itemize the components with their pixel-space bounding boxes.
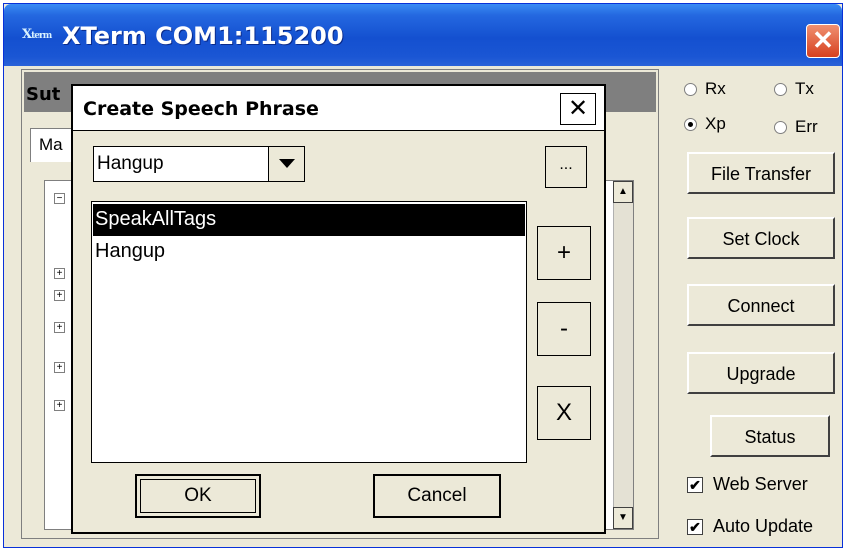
checkbox-label: Web Server [713, 474, 808, 494]
dialog-close-button[interactable]: ✕ [560, 93, 596, 125]
radio-label: Rx [705, 79, 726, 98]
scroll-down-icon[interactable]: ▼ [613, 507, 633, 529]
radio-icon [774, 83, 787, 97]
radio-label: Err [795, 117, 818, 136]
create-speech-phrase-dialog: Create Speech Phrase ✕ Hangup ... SpeakA… [71, 84, 606, 534]
tree-collapse-icon[interactable]: − [54, 193, 65, 204]
list-item[interactable]: Hangup [93, 236, 165, 268]
browse-button[interactable]: ... [545, 146, 587, 188]
radio-label: Xp [705, 114, 726, 133]
checkbox-checked-icon: ✔ [687, 519, 703, 536]
phrase-select[interactable]: Hangup [93, 146, 305, 182]
background-scrollbar[interactable]: ▲ ▼ [613, 181, 633, 529]
radio-icon [684, 83, 697, 97]
remove-button[interactable]: - [537, 302, 591, 356]
phrase-select-value: Hangup [97, 153, 164, 174]
cancel-button[interactable]: Cancel [373, 474, 501, 518]
add-button[interactable]: + [537, 226, 591, 280]
web-server-checkbox[interactable]: ✔ Web Server [687, 474, 808, 495]
checkbox-label: Auto Update [713, 516, 814, 536]
tree-expand-icon[interactable]: + [54, 290, 65, 301]
upgrade-button[interactable]: Upgrade [687, 352, 835, 394]
tree-expand-icon[interactable]: + [54, 400, 65, 411]
xterm-icon: Xterm [22, 27, 52, 42]
clear-button[interactable]: X [537, 386, 591, 440]
file-transfer-button[interactable]: File Transfer [687, 152, 835, 194]
xterm-window: Xterm XTerm COM1:115200 ✕ Sut Ma − + + +… [3, 3, 843, 548]
tree-expand-icon[interactable]: + [54, 362, 65, 373]
radio-label: Tx [795, 79, 814, 98]
radio-icon [774, 121, 787, 135]
list-item[interactable]: SpeakAllTags [93, 204, 525, 236]
window-title: XTerm COM1:115200 [62, 22, 344, 50]
dialog-title-bar[interactable]: Create Speech Phrase ✕ [73, 86, 604, 131]
radio-tx[interactable]: Tx [774, 79, 814, 99]
auto-update-checkbox[interactable]: ✔ Auto Update [687, 516, 813, 537]
set-clock-button[interactable]: Set Clock [687, 217, 835, 259]
phrase-list[interactable]: SpeakAllTags Hangup [91, 201, 527, 463]
radio-xp[interactable]: Xp [684, 114, 726, 134]
checkbox-checked-icon: ✔ [687, 477, 703, 494]
tree-expand-icon[interactable]: + [54, 322, 65, 333]
title-bar[interactable]: Xterm XTerm COM1:115200 ✕ [4, 4, 842, 66]
radio-selected-icon [684, 118, 697, 132]
scroll-up-icon[interactable]: ▲ [613, 181, 633, 203]
status-button[interactable]: Status [710, 415, 830, 457]
ok-button[interactable]: OK [135, 474, 261, 518]
window-close-button[interactable]: ✕ [806, 24, 840, 58]
tree-expand-icon[interactable]: + [54, 268, 65, 279]
connect-button[interactable]: Connect [687, 284, 835, 326]
radio-err[interactable]: Err [774, 117, 818, 137]
radio-rx[interactable]: Rx [684, 79, 726, 99]
chevron-down-icon[interactable] [268, 147, 304, 181]
dialog-title: Create Speech Phrase [83, 98, 319, 120]
